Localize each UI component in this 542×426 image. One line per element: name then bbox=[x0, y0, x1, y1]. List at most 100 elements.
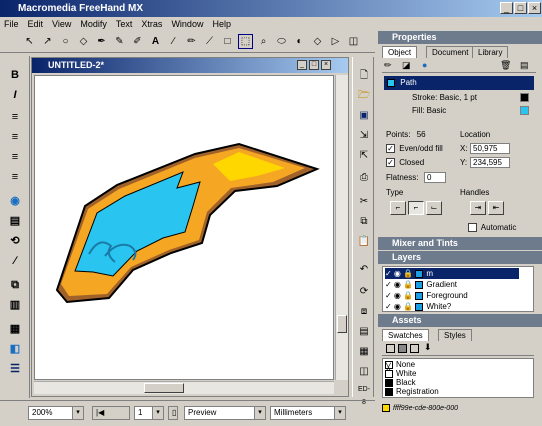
close-button[interactable]: × bbox=[528, 2, 541, 14]
menu-modify[interactable]: Modify bbox=[80, 19, 107, 29]
italic-icon[interactable]: I bbox=[8, 88, 22, 102]
copy-icon[interactable]: ⧉ bbox=[357, 215, 371, 228]
retract-handle-in-button[interactable]: ⇥ bbox=[470, 201, 486, 215]
layer-row[interactable]: ✓ ◉ 🔒 Gradient bbox=[385, 279, 537, 290]
tab-swatches[interactable]: Swatches bbox=[382, 329, 429, 341]
menu-window[interactable]: Window bbox=[171, 19, 203, 29]
horizontal-scrollbar[interactable] bbox=[34, 381, 334, 394]
page-tool-icon[interactable]: ◇ bbox=[76, 34, 91, 49]
layer-row[interactable]: ✓ ◉ 🔒 Foreground bbox=[385, 290, 537, 301]
swatch-row[interactable]: Registration bbox=[385, 386, 537, 397]
doc-close-button[interactable]: × bbox=[321, 60, 331, 70]
text-tool-icon[interactable]: A bbox=[148, 34, 163, 49]
link-text-icon[interactable]: ⧉ bbox=[8, 278, 22, 292]
x-input[interactable]: 50,975 bbox=[470, 143, 510, 154]
rotate-text-icon[interactable]: ⟲ bbox=[8, 234, 22, 248]
menu-view[interactable]: View bbox=[52, 19, 71, 29]
path-row[interactable]: Path bbox=[384, 76, 534, 90]
layer-row[interactable]: ✓ ◉ 🔒 m bbox=[385, 268, 519, 279]
layers-header[interactable]: Layers bbox=[378, 251, 542, 264]
grid-icon[interactable]: ▦ bbox=[357, 345, 371, 358]
rectangle-tool-icon[interactable]: □ bbox=[220, 34, 235, 49]
export-icon[interactable]: ⇱ bbox=[357, 149, 371, 162]
menu-xtras[interactable]: Xtras bbox=[141, 19, 162, 29]
units-dropdown-icon[interactable]: ▾ bbox=[334, 407, 345, 419]
flow-text-icon[interactable]: ∕ bbox=[8, 254, 22, 268]
undo-icon[interactable]: ↶ bbox=[357, 263, 371, 276]
page-nav-prev[interactable]: |◀ bbox=[92, 406, 130, 420]
units-select[interactable]: Millimeters ▾ bbox=[270, 406, 346, 420]
maximize-button[interactable]: □ bbox=[514, 2, 527, 14]
pencil-tool-icon[interactable]: ✏ bbox=[184, 34, 199, 49]
line-tool-icon[interactable]: ∕ bbox=[166, 34, 181, 49]
automatic-checkbox[interactable] bbox=[468, 223, 477, 233]
doc-minimize-button[interactable]: _ bbox=[297, 60, 307, 70]
vertical-scroll-thumb[interactable] bbox=[337, 315, 347, 333]
arrow-down-icon[interactable]: ⬇ bbox=[424, 342, 432, 353]
evenodd-checkbox[interactable]: ✓ bbox=[386, 144, 395, 154]
columns-icon[interactable]: ▥ bbox=[8, 298, 22, 312]
swatch-row[interactable]: ffff99e-cde-800e-000 bbox=[382, 403, 534, 414]
align-left-icon[interactable]: ≡ bbox=[8, 110, 22, 124]
menu-file[interactable]: File bbox=[4, 19, 19, 29]
page-icon[interactable]: ▯ bbox=[168, 406, 178, 420]
layers-icon[interactable]: ⧈ bbox=[357, 305, 371, 318]
tab-object[interactable]: Object bbox=[382, 46, 418, 58]
pointer-tool-icon[interactable]: ↖ bbox=[22, 34, 37, 49]
knife-tool-icon[interactable]: ⟋ bbox=[202, 34, 217, 49]
bezigon-tool-icon[interactable]: ✐ bbox=[130, 34, 145, 49]
prev-page-icon[interactable]: |◀ bbox=[96, 408, 104, 417]
eyedropper-tool-icon[interactable]: ✎ bbox=[112, 34, 127, 49]
page-dropdown-icon[interactable]: ▾ bbox=[152, 407, 163, 419]
options-icon[interactable]: ▤ bbox=[520, 60, 529, 71]
align-center-icon[interactable]: ≡ bbox=[8, 130, 22, 144]
menu-help[interactable]: Help bbox=[212, 19, 231, 29]
closed-row[interactable]: ✓ Closed bbox=[386, 157, 456, 168]
y-input[interactable]: 234,595 bbox=[470, 157, 510, 168]
ed-label-icon[interactable]: ED-8 bbox=[357, 383, 371, 406]
fill-swatch[interactable] bbox=[520, 106, 529, 115]
assets-header[interactable]: Assets bbox=[378, 314, 542, 327]
tab-library[interactable]: Library bbox=[472, 46, 509, 58]
chart-tool-icon[interactable]: ◫ bbox=[346, 34, 361, 49]
delete-icon[interactable]: 🗑 bbox=[500, 60, 511, 71]
subselect-tool-icon[interactable]: ↗ bbox=[40, 34, 55, 49]
align-right-icon[interactable]: ≡ bbox=[8, 150, 22, 164]
open-folder-icon[interactable]: 🗁 bbox=[357, 89, 371, 102]
fill-swatch-icon[interactable] bbox=[398, 344, 407, 353]
flatness-input[interactable]: 0 bbox=[424, 172, 446, 183]
attach-icon[interactable]: ◧ bbox=[8, 342, 22, 356]
globe-icon[interactable]: ◉ bbox=[8, 194, 22, 208]
layer-row[interactable]: ✓ ◉ 🔒 White? bbox=[385, 301, 537, 312]
menu-edit[interactable]: Edit bbox=[28, 19, 44, 29]
zoom-dropdown-icon[interactable]: ▾ bbox=[72, 407, 83, 419]
drawing-canvas[interactable] bbox=[34, 75, 334, 380]
evenodd-row[interactable]: ✓ Even/odd fill bbox=[386, 143, 456, 154]
save-icon[interactable]: ▣ bbox=[357, 109, 371, 122]
curve-point-button[interactable]: ⌐ bbox=[408, 201, 424, 215]
tab-document[interactable]: Document bbox=[426, 46, 475, 58]
mixer-header[interactable]: Mixer and Tints bbox=[378, 237, 542, 250]
lasso-tool-icon[interactable]: ○ bbox=[58, 34, 73, 49]
effect-icon[interactable]: ● bbox=[422, 60, 427, 70]
closed-checkbox[interactable]: ✓ bbox=[386, 158, 395, 168]
new-document-icon[interactable]: 🗋 bbox=[357, 69, 371, 82]
mirror-tool-icon[interactable]: ◇ bbox=[310, 34, 325, 49]
library-icon[interactable]: ▤ bbox=[357, 325, 371, 338]
doc-maximize-button[interactable]: □ bbox=[309, 60, 319, 70]
list-icon[interactable]: ☰ bbox=[8, 362, 22, 376]
stroke-swatch-icon[interactable] bbox=[386, 344, 395, 353]
stroke-icon[interactable]: ✏ bbox=[384, 60, 392, 71]
navigation-icon[interactable]: ◫ bbox=[357, 365, 371, 378]
view-mode-select[interactable]: Preview ▾ bbox=[184, 406, 266, 420]
text-wrap-icon[interactable]: ▤ bbox=[8, 214, 22, 228]
pen-tool-icon[interactable]: ✒ bbox=[94, 34, 109, 49]
scale-tool-icon[interactable]: ⬚ bbox=[238, 34, 253, 49]
tab-styles[interactable]: Styles bbox=[438, 329, 472, 341]
print-icon[interactable]: ⎙ bbox=[357, 171, 371, 184]
eraser-tool-icon[interactable]: ⬭ bbox=[274, 34, 289, 49]
retract-handle-out-button[interactable]: ⇤ bbox=[488, 201, 504, 215]
view-dropdown-icon[interactable]: ▾ bbox=[254, 407, 265, 419]
fill-bucket-icon[interactable]: ◪ bbox=[402, 60, 411, 71]
magnify-tool-icon[interactable]: ⌕ bbox=[256, 34, 271, 49]
